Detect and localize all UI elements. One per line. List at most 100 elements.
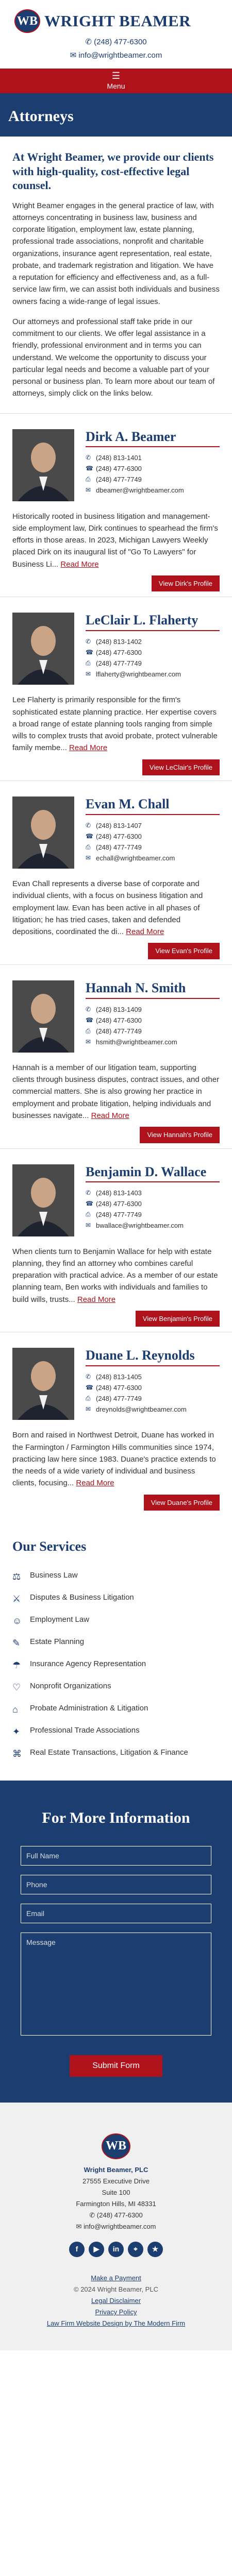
service-item[interactable]: ☂ Insurance Agency Representation (12, 1654, 220, 1676)
attorney-bio-text: Historically rooted in business litigati… (12, 512, 218, 569)
privacy-policy-link[interactable]: Privacy Policy (12, 2307, 220, 2318)
service-item[interactable]: ⌘ Real Estate Transactions, Litigation & … (12, 1743, 220, 1765)
footer-legal: Make a Payment © 2024 Wright Beamer, PLC… (12, 2273, 220, 2329)
attorney-email[interactable]: ✉ dreynolds@wrightbeamer.com (86, 1404, 220, 1415)
service-item[interactable]: ✎ Estate Planning (12, 1632, 220, 1654)
attorney-direct-phone[interactable]: ✆ (248) 813-1407 (86, 820, 220, 831)
attorney-email[interactable]: ✉ hsmith@wrightbeamer.com (86, 1037, 220, 1047)
attorney-main-phone-text: (248) 477-6300 (96, 1384, 142, 1392)
logo[interactable]: WB WRIGHT BEAMER (0, 0, 232, 33)
attorney-main-phone[interactable]: ☎ (248) 477-6300 (86, 647, 220, 658)
facebook-icon[interactable]: f (69, 2242, 85, 2258)
make-payment-link[interactable]: Make a Payment (12, 2273, 220, 2284)
attorney-email[interactable]: ✉ dbeamer@wrightbeamer.com (86, 485, 220, 496)
attorney-photo[interactable] (12, 1348, 74, 1420)
service-label: Professional Trade Associations (30, 1726, 140, 1735)
attorney-name[interactable]: LeClair L. Flaherty (86, 613, 220, 632)
phone-icon: ☎ (86, 1200, 93, 1208)
mail-icon: ✉ (86, 486, 91, 494)
read-more-link[interactable]: Read More (60, 560, 98, 569)
legal-disclaimer-link[interactable]: Legal Disclaimer (12, 2295, 220, 2307)
youtube-icon[interactable]: ▶ (89, 2242, 104, 2258)
service-item[interactable]: ⌂ Probate Administration & Litigation (12, 1699, 220, 1721)
attorney-photo[interactable] (12, 1164, 74, 1236)
view-profile-button[interactable]: View Hannah's Profile (140, 1127, 220, 1143)
footer-email-link[interactable]: ✉ info@wrightbeamer.com (12, 2221, 220, 2232)
menu-label: Menu (107, 82, 125, 90)
attorney-card: Duane L. Reynolds ✆ (248) 813-1405 ☎ (248)… (0, 1332, 232, 1516)
attorney-email[interactable]: ✉ lflaherty@wrightbeamer.com (86, 669, 220, 680)
attorney-direct-phone-text: (248) 813-1402 (96, 638, 142, 646)
attorney-name[interactable]: Benjamin D. Wallace (86, 1164, 220, 1183)
service-item[interactable]: ☺ Employment Law (12, 1610, 220, 1632)
attorney-main-phone[interactable]: ☎ (248) 477-6300 (86, 1015, 220, 1026)
attorney-main-phone[interactable]: ☎ (248) 477-6300 (86, 1382, 220, 1393)
read-more-link[interactable]: Read More (91, 1111, 129, 1120)
hamburger-icon: ☰ (111, 71, 121, 81)
header-phone-link[interactable]: ✆ (248) 477-6300 (0, 37, 232, 48)
service-item[interactable]: ♡ Nonprofit Organizations (12, 1676, 220, 1699)
attorney-name[interactable]: Dirk A. Beamer (86, 429, 220, 448)
attorney-direct-phone[interactable]: ✆ (248) 813-1402 (86, 636, 220, 647)
view-profile-button[interactable]: View Dirk's Profile (151, 575, 220, 592)
attorney-photo[interactable] (12, 429, 74, 501)
view-profile-button[interactable]: View LeClair's Profile (142, 759, 220, 775)
attorney-email-text: hsmith@wrightbeamer.com (96, 1038, 177, 1046)
attorney-email[interactable]: ✉ echall@wrightbeamer.com (86, 853, 220, 863)
view-profile-button[interactable]: View Evan's Profile (148, 943, 220, 959)
service-label: Disputes & Business Litigation (30, 1593, 134, 1602)
location-pin-icon[interactable]: ⌖ (128, 2242, 143, 2258)
service-item[interactable]: ⚔ Disputes & Business Litigation (12, 1588, 220, 1610)
attorney-direct-phone[interactable]: ✆ (248) 813-1403 (86, 1188, 220, 1198)
footer-phone-link[interactable]: ✆ (248) 477-6300 (12, 2210, 220, 2221)
star-icon[interactable]: ★ (147, 2242, 163, 2258)
phone-icon: ✆ (86, 821, 91, 829)
view-profile-button[interactable]: View Duane's Profile (143, 1494, 220, 1511)
attorney-direct-phone[interactable]: ✆ (248) 813-1405 (86, 1371, 220, 1382)
attorney-fax: ⎙ (248) 477-7749 (86, 658, 220, 669)
attorney-main-phone[interactable]: ☎ (248) 477-6300 (86, 463, 220, 474)
read-more-link[interactable]: Read More (77, 1295, 115, 1304)
attorney-fax-text: (248) 477-7749 (96, 476, 142, 484)
attorney-name[interactable]: Evan M. Chall (86, 796, 220, 815)
message-textarea[interactable] (21, 1933, 211, 2036)
submit-form-button[interactable]: Submit Form (70, 2055, 162, 2077)
attorney-email[interactable]: ✉ bwallace@wrightbeamer.com (86, 1220, 220, 1231)
full-name-input[interactable] (21, 1846, 211, 1866)
service-icon: ✎ (12, 1638, 21, 1648)
attorney-main-phone[interactable]: ☎ (248) 477-6300 (86, 1198, 220, 1209)
email-input[interactable] (21, 1904, 211, 1923)
footer-logo[interactable]: WB (102, 2133, 130, 2159)
phone-icon: ✆ (86, 454, 91, 462)
design-credit-link[interactable]: Law Firm Website Design by The Modern Fi… (12, 2318, 220, 2329)
mail-icon: ✉ (86, 670, 91, 678)
attorney-name[interactable]: Hannah N. Smith (86, 980, 220, 999)
linkedin-icon[interactable]: in (108, 2242, 124, 2258)
attorney-bio: When clients turn to Benjamin Wallace fo… (12, 1246, 220, 1306)
read-more-link[interactable]: Read More (76, 1479, 114, 1487)
service-label: Nonprofit Organizations (30, 1682, 111, 1690)
intro-paragraph-2: Our attorneys and professional staff tak… (12, 317, 215, 398)
attorney-direct-phone-text: (248) 813-1405 (96, 1373, 142, 1381)
attorney-direct-phone[interactable]: ✆ (248) 813-1409 (86, 1004, 220, 1015)
read-more-link[interactable]: Read More (126, 927, 164, 936)
attorney-name[interactable]: Duane L. Reynolds (86, 1348, 220, 1367)
attorney-photo[interactable] (12, 796, 74, 869)
service-item[interactable]: ✦ Professional Trade Associations (12, 1721, 220, 1743)
attorney-photo[interactable] (12, 613, 74, 685)
phone-icon: ✆ (86, 638, 91, 646)
attorney-main-phone-text: (248) 477-6300 (96, 649, 142, 657)
phone-icon: ✆ (85, 37, 94, 46)
fax-icon: ⎙ (86, 1211, 91, 1218)
attorney-photo[interactable] (12, 980, 74, 1053)
page-banner: Attorneys (0, 95, 232, 137)
service-item[interactable]: ⚖ Business Law (12, 1566, 220, 1588)
view-profile-button[interactable]: View Benjamin's Profile (135, 1310, 220, 1327)
attorney-main-phone[interactable]: ☎ (248) 477-6300 (86, 831, 220, 842)
attorney-direct-phone[interactable]: ✆ (248) 813-1401 (86, 452, 220, 463)
mail-icon: ✉ (76, 2222, 84, 2230)
read-more-link[interactable]: Read More (69, 743, 107, 752)
header-email-link[interactable]: ✉ info@wrightbeamer.com (0, 50, 232, 62)
phone-input[interactable] (21, 1875, 211, 1894)
menu-button[interactable]: ☰ Menu (0, 69, 232, 93)
